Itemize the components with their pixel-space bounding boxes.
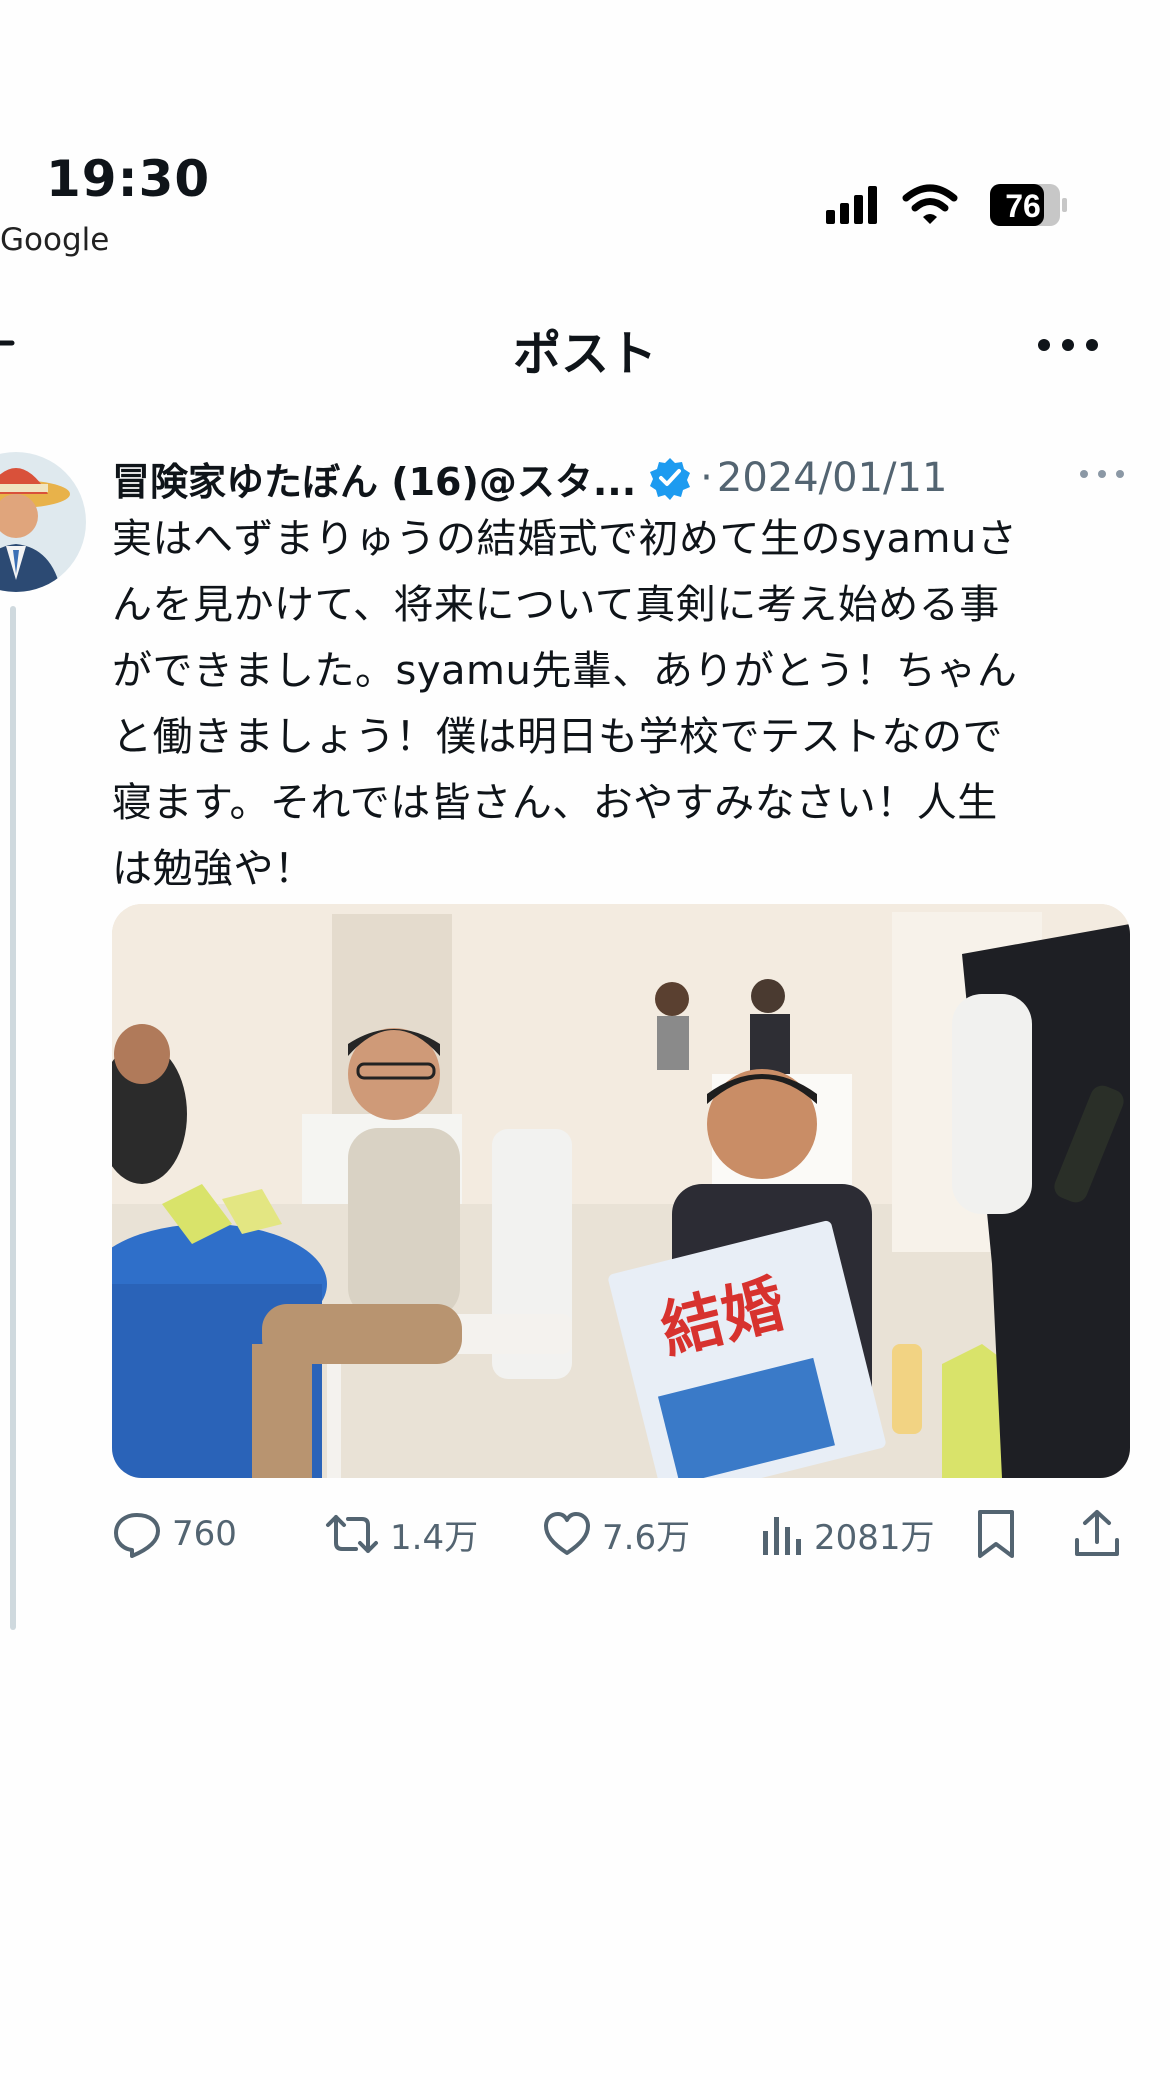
status-time: 19:30 — [46, 150, 211, 208]
repost-icon — [326, 1515, 378, 1553]
author-row: 冒険家ゆたぼん (16)@スタ... · 2024/01/11 — [112, 448, 1132, 508]
post-text: 実はへずまりゅうの結婚式で初めて生のsyamuさ んを見かけて、将来について真剣… — [112, 506, 1112, 902]
like-icon — [544, 1512, 590, 1555]
verified-badge-icon — [650, 458, 691, 500]
post-text-line: ができました。syamu先輩、ありがとう！ちゃん — [112, 648, 1018, 694]
post-text-line: 実はへずまりゅうの結婚式で初めて生のsyamuさ — [112, 516, 1018, 562]
action-bar: 760 1.4万 7.6万 2081万 — [112, 1506, 1142, 1562]
like-button[interactable]: 7.6万 — [542, 1506, 690, 1562]
views-button[interactable]: 2081万 — [760, 1506, 935, 1562]
wedding-photo-illustration: 結婚 — [112, 904, 1130, 1478]
post-photo[interactable]: 結婚 — [112, 904, 1130, 1478]
share-icon — [1075, 1510, 1119, 1556]
wifi-icon — [902, 184, 958, 224]
signal-icon — [826, 186, 877, 224]
more-icon[interactable] — [1036, 330, 1100, 360]
views-icon — [763, 1517, 801, 1555]
post-date[interactable]: 2024/01/11 — [717, 455, 948, 501]
like-count: 7.6万 — [602, 1517, 691, 1558]
repost-count: 1.4万 — [390, 1517, 479, 1558]
repost-button[interactable]: 1.4万 — [324, 1506, 478, 1562]
bookmark-icon — [978, 1510, 1014, 1558]
share-button[interactable] — [1072, 1506, 1122, 1562]
post-text-line: は勉強や！ — [112, 846, 315, 892]
thread-line — [10, 606, 16, 1630]
reply-button[interactable]: 760 — [112, 1506, 237, 1562]
battery-level: 76 — [1005, 188, 1041, 224]
reply-icon — [114, 1513, 160, 1558]
author-name[interactable]: 冒険家ゆたぼん (16)@スタ... — [112, 451, 636, 506]
post-text-line: 寝ます。それでは皆さん、おやすみなさい！人生 — [112, 780, 998, 826]
reply-count: 760 — [172, 1514, 237, 1554]
post-separator: · — [700, 455, 713, 501]
avatar[interactable] — [0, 450, 86, 596]
status-icons: 76 — [826, 184, 1067, 226]
post-text-line: んを見かけて、将来について真剣に考え始める事 — [112, 582, 1000, 628]
post-text-line: と働きましょう！僕は明日も学校でテストなので — [112, 714, 1003, 760]
carrier-label: Google — [0, 222, 110, 258]
views-count: 2081万 — [814, 1517, 935, 1558]
page-title: ポスト — [512, 326, 657, 382]
bookmark-button[interactable] — [974, 1506, 1018, 1562]
post-more-icon[interactable] — [1078, 464, 1126, 484]
battery-icon: 76 — [990, 184, 1067, 226]
